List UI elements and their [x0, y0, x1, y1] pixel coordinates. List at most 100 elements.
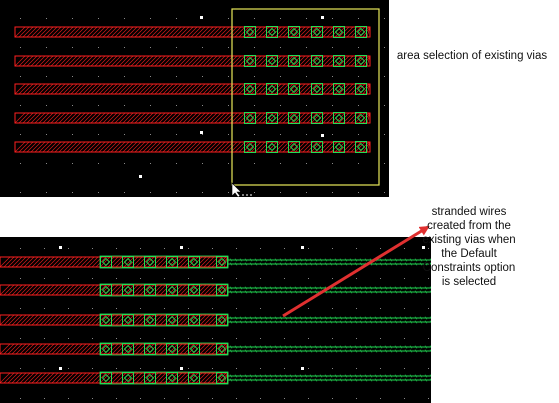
via[interactable]	[333, 55, 345, 67]
stranded-wire[interactable]	[228, 378, 431, 382]
via[interactable]	[288, 112, 300, 124]
via[interactable]	[311, 55, 323, 67]
via[interactable]	[244, 141, 256, 153]
via[interactable]	[100, 314, 112, 326]
layout-view-top[interactable]	[0, 0, 389, 197]
via[interactable]	[333, 141, 345, 153]
via[interactable]	[288, 26, 300, 38]
via[interactable]	[100, 284, 112, 296]
via[interactable]	[288, 83, 300, 95]
via[interactable]	[355, 26, 367, 38]
via[interactable]	[122, 343, 134, 355]
stranded-wire[interactable]	[228, 286, 431, 290]
via[interactable]	[216, 314, 228, 326]
via[interactable]	[216, 343, 228, 355]
wire-row[interactable]	[0, 371, 431, 385]
via[interactable]	[333, 26, 345, 38]
grid-dot	[280, 18, 281, 19]
via[interactable]	[288, 141, 300, 153]
stranded-wire[interactable]	[228, 349, 431, 353]
caption-stranded-wires: stranded wires created from the existing…	[422, 206, 516, 288]
wire-row[interactable]	[0, 313, 431, 327]
via[interactable]	[166, 284, 178, 296]
via[interactable]	[100, 343, 112, 355]
via[interactable]	[355, 112, 367, 124]
grid-dot	[92, 278, 93, 279]
layout-view-bottom[interactable]	[0, 237, 431, 403]
grid-dot	[236, 248, 237, 249]
via[interactable]	[144, 343, 156, 355]
wire-row[interactable]	[0, 342, 431, 356]
via[interactable]	[188, 284, 200, 296]
via[interactable]	[244, 112, 256, 124]
stranded-wire[interactable]	[228, 316, 431, 320]
via[interactable]	[188, 372, 200, 384]
wire-row[interactable]	[14, 83, 371, 95]
via[interactable]	[166, 343, 178, 355]
grid-dot	[72, 163, 73, 164]
grid-dot	[332, 105, 333, 106]
grid-dot	[72, 192, 73, 193]
stranded-wire[interactable]	[228, 262, 431, 266]
via[interactable]	[144, 314, 156, 326]
via[interactable]	[188, 343, 200, 355]
via[interactable]	[288, 55, 300, 67]
via[interactable]	[216, 284, 228, 296]
via[interactable]	[355, 83, 367, 95]
grid-dot	[140, 398, 141, 399]
via[interactable]	[122, 284, 134, 296]
grid-dot	[98, 192, 99, 193]
grid-dot	[260, 308, 261, 309]
via[interactable]	[144, 372, 156, 384]
via[interactable]	[188, 256, 200, 268]
grid-dot	[284, 398, 285, 399]
via[interactable]	[311, 141, 323, 153]
wire-row[interactable]	[14, 26, 371, 38]
wire-row[interactable]	[0, 283, 431, 297]
via[interactable]	[311, 83, 323, 95]
via[interactable]	[188, 314, 200, 326]
layout-canvas-bottom[interactable]	[0, 237, 431, 403]
via[interactable]	[311, 112, 323, 124]
grid-dot	[404, 248, 405, 249]
via[interactable]	[216, 372, 228, 384]
layout-canvas-top[interactable]	[0, 0, 389, 197]
via[interactable]	[144, 256, 156, 268]
grid-dot	[20, 163, 21, 164]
via[interactable]	[100, 256, 112, 268]
grid-dot	[358, 76, 359, 77]
grid-dot	[384, 18, 385, 19]
grid-dot	[260, 278, 261, 279]
via[interactable]	[355, 55, 367, 67]
wire-row[interactable]	[14, 55, 371, 67]
via[interactable]	[122, 372, 134, 384]
wire-row[interactable]	[14, 141, 371, 153]
stranded-wire[interactable]	[228, 345, 431, 349]
via[interactable]	[244, 55, 256, 67]
stranded-wire[interactable]	[228, 320, 431, 324]
via[interactable]	[311, 26, 323, 38]
wire-row[interactable]	[0, 255, 431, 269]
via[interactable]	[355, 141, 367, 153]
via[interactable]	[333, 83, 345, 95]
stranded-wire[interactable]	[228, 374, 431, 378]
via[interactable]	[333, 112, 345, 124]
via[interactable]	[216, 256, 228, 268]
via[interactable]	[244, 83, 256, 95]
stranded-wire[interactable]	[228, 290, 431, 294]
via[interactable]	[100, 372, 112, 384]
via[interactable]	[122, 256, 134, 268]
grid-dot	[236, 308, 237, 309]
via[interactable]	[144, 284, 156, 296]
via[interactable]	[166, 314, 178, 326]
via[interactable]	[166, 372, 178, 384]
via[interactable]	[244, 26, 256, 38]
grid-dot	[164, 338, 165, 339]
stranded-wire[interactable]	[228, 258, 431, 262]
grid-dot	[254, 163, 255, 164]
wire-row[interactable]	[14, 112, 371, 124]
via[interactable]	[166, 256, 178, 268]
grid-dot	[98, 18, 99, 19]
via[interactable]	[122, 314, 134, 326]
grid-dot	[72, 76, 73, 77]
